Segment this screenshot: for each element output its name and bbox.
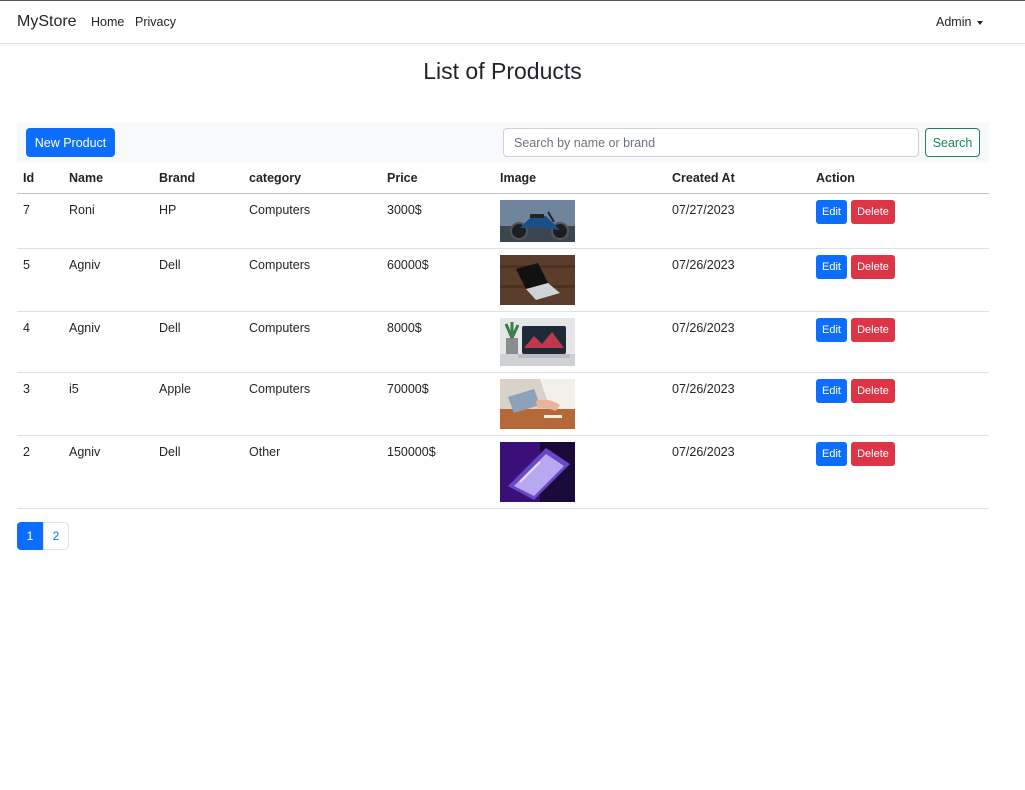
cell-price: 3000$ <box>387 203 422 217</box>
caret-down-icon[interactable] <box>977 21 983 25</box>
cell-category: Computers <box>249 258 311 272</box>
cell-created-at: 07/26/2023 <box>672 445 735 459</box>
delete-button[interactable]: Delete <box>851 442 895 466</box>
cell-id: 3 <box>23 382 30 396</box>
delete-button[interactable]: Delete <box>851 255 895 279</box>
row-divider <box>17 311 989 312</box>
cell-id: 2 <box>23 445 30 459</box>
row-divider <box>17 248 989 249</box>
cell-brand: Dell <box>159 321 181 335</box>
cell-id: 5 <box>23 258 30 272</box>
row-divider <box>17 508 989 509</box>
toolbar: New Product Search <box>17 122 989 162</box>
edit-button[interactable]: Edit <box>816 200 847 224</box>
column-header-brand: Brand <box>159 171 196 185</box>
cell-brand: Apple <box>159 382 191 396</box>
cell-brand: Dell <box>159 445 181 459</box>
user-menu-toggle[interactable]: Admin <box>936 15 971 29</box>
column-header-image: Image <box>500 171 537 185</box>
cell-price: 70000$ <box>387 382 429 396</box>
cell-name: Agniv <box>69 321 101 335</box>
cell-price: 150000$ <box>387 445 436 459</box>
cell-created-at: 07/26/2023 <box>672 321 735 335</box>
page-button-2[interactable]: 2 <box>43 522 69 550</box>
brand-link[interactable]: MyStore <box>17 13 77 31</box>
macbook-thumbnail <box>500 318 575 366</box>
cell-category: Computers <box>249 321 311 335</box>
cell-id: 7 <box>23 203 30 217</box>
edit-button[interactable]: Edit <box>816 442 847 466</box>
column-header-name: Name <box>69 171 104 185</box>
row-divider <box>17 372 989 373</box>
edit-button[interactable]: Edit <box>816 379 847 403</box>
search-input[interactable] <box>503 128 919 157</box>
cell-category: Other <box>249 445 281 459</box>
nav-link-privacy[interactable]: Privacy <box>135 15 176 29</box>
search-button[interactable]: Search <box>925 128 980 157</box>
cell-name: i5 <box>69 382 79 396</box>
delete-button[interactable]: Delete <box>851 318 895 342</box>
cell-brand: Dell <box>159 258 181 272</box>
cell-name: Agniv <box>69 258 101 272</box>
cell-name: Agniv <box>69 445 101 459</box>
edit-button[interactable]: Edit <box>816 255 847 279</box>
column-header-id: Id <box>23 171 35 185</box>
delete-button[interactable]: Delete <box>851 200 895 224</box>
purple-laptop-thumbnail <box>500 442 575 502</box>
header-divider <box>17 193 989 194</box>
navbar: MyStore Home Privacy Admin <box>0 1 1025 44</box>
cell-brand: HP <box>159 203 177 217</box>
motorcycle-thumbnail <box>500 200 575 242</box>
person-typing-thumbnail <box>500 379 575 429</box>
page-title: List of Products <box>423 58 582 84</box>
laptop-thumbnail <box>500 255 575 305</box>
column-header-category: category <box>249 171 302 185</box>
cell-created-at: 07/26/2023 <box>672 382 735 396</box>
cell-category: Computers <box>249 382 311 396</box>
cell-category: Computers <box>249 203 311 217</box>
cell-created-at: 07/27/2023 <box>672 203 735 217</box>
nav-link-home[interactable]: Home <box>91 15 124 29</box>
cell-created-at: 07/26/2023 <box>672 258 735 272</box>
new-product-button[interactable]: New Product <box>26 128 115 157</box>
column-header-price: Price <box>387 171 418 185</box>
cell-price: 60000$ <box>387 258 429 272</box>
delete-button[interactable]: Delete <box>851 379 895 403</box>
cell-id: 4 <box>23 321 30 335</box>
cell-name: Roni <box>69 203 95 217</box>
row-divider <box>17 435 989 436</box>
page-button-1[interactable]: 1 <box>17 522 43 550</box>
edit-button[interactable]: Edit <box>816 318 847 342</box>
column-header-created-at: Created At <box>672 171 735 185</box>
column-header-action: Action <box>816 171 855 185</box>
cell-price: 8000$ <box>387 321 422 335</box>
